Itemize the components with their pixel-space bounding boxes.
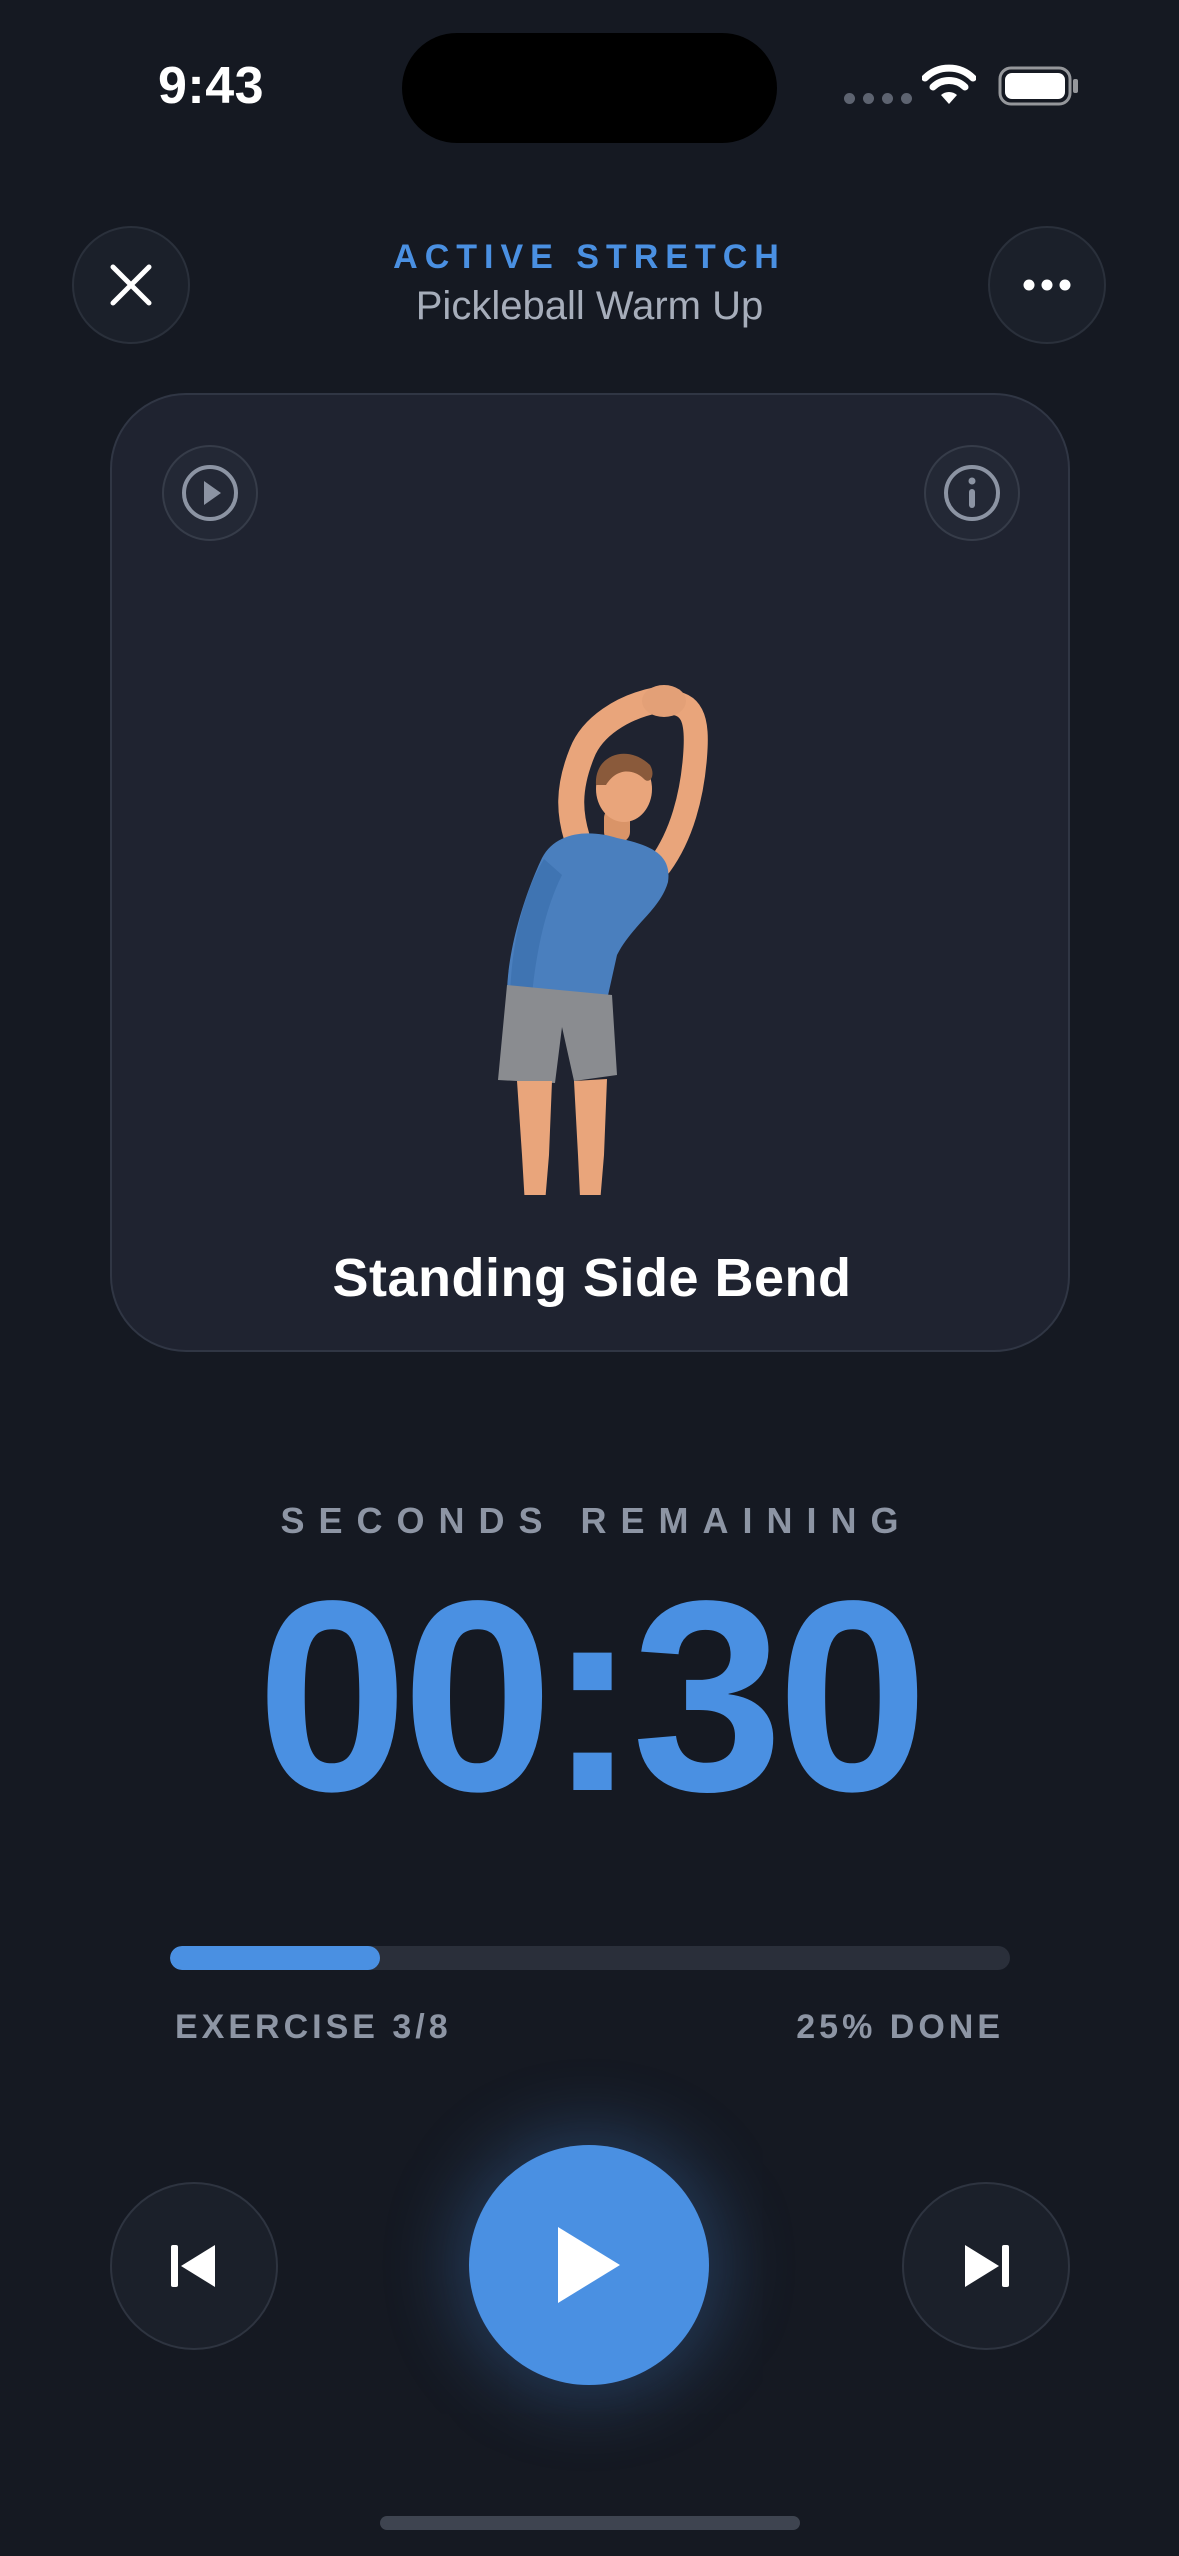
play-circle-icon bbox=[182, 465, 238, 521]
timer-label: SECONDS REMAINING bbox=[280, 1500, 913, 1541]
exercise-count: EXERCISE 3/8 bbox=[175, 2008, 452, 2046]
play-demo-button[interactable] bbox=[162, 445, 258, 541]
exercise-illustration bbox=[498, 685, 708, 1195]
more-options-button[interactable] bbox=[988, 226, 1106, 344]
workout-progress-bar bbox=[170, 1946, 1010, 1970]
next-exercise-button[interactable] bbox=[902, 2182, 1070, 2350]
workout-progress-fill bbox=[170, 1946, 380, 1970]
info-icon bbox=[944, 465, 1000, 521]
exercise-info-button[interactable] bbox=[924, 445, 1020, 541]
countdown-timer: 00:30 bbox=[256, 1544, 929, 1848]
percent-done: 25% DONE bbox=[796, 2008, 1004, 2046]
play-icon bbox=[558, 2227, 620, 2303]
more-horizontal-icon bbox=[1023, 279, 1071, 291]
status-time: 9:43 bbox=[158, 57, 265, 115]
wifi-icon bbox=[922, 64, 976, 104]
dynamic-island bbox=[402, 33, 777, 143]
exercise-card: Standing Side Bend bbox=[110, 393, 1070, 1352]
skip-next-icon bbox=[965, 2245, 1009, 2287]
exercise-name: Standing Side Bend bbox=[332, 1248, 852, 1308]
skip-previous-icon bbox=[171, 2245, 215, 2287]
battery-icon bbox=[998, 66, 1078, 106]
previous-exercise-button[interactable] bbox=[110, 2182, 278, 2350]
cellular-signal-icon bbox=[844, 93, 912, 104]
play-pause-button[interactable] bbox=[469, 2145, 709, 2385]
home-indicator[interactable] bbox=[380, 2516, 800, 2530]
